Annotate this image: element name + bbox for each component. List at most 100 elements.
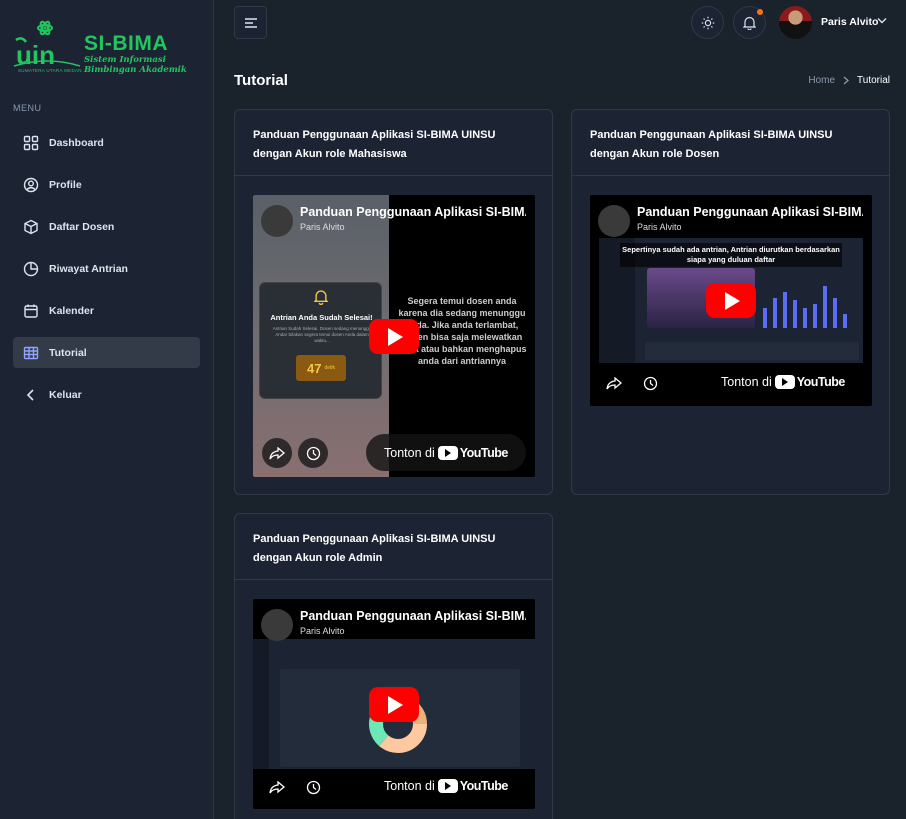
brand-logo[interactable]: uin SI-BIMA Sistem Informasi Bimbingan A…	[12, 18, 202, 80]
thumbnail-popup-title: Antrian Anda Sudah Selesai!	[270, 313, 373, 322]
youtube-wordmark: YouTube	[796, 375, 846, 389]
share-button[interactable]	[262, 438, 292, 468]
avatar[interactable]	[779, 6, 812, 39]
notification-dot	[757, 9, 763, 15]
brand-subtitle-2: Bimbingan Akademik	[84, 65, 187, 75]
watch-on-youtube-link[interactable]: Tonton di YouTube	[384, 446, 508, 460]
youtube-icon	[437, 779, 458, 793]
chevron-down-icon[interactable]	[877, 17, 887, 24]
share-icon	[269, 780, 285, 793]
watch-later-button[interactable]	[298, 772, 328, 802]
clock-icon	[306, 780, 320, 794]
user-circle-icon	[23, 177, 39, 193]
sidebar-item-kalender[interactable]: Kalender	[13, 295, 200, 326]
youtube-wordmark: YouTube	[459, 779, 509, 793]
video-embed-mahasiswa[interactable]: Antrian Anda Sudah Selesai! Antrian Suda…	[253, 195, 535, 477]
youtube-logo: YouTube	[437, 779, 509, 793]
notifications-button[interactable]	[733, 6, 766, 39]
watch-on-youtube-link[interactable]: Tonton di YouTube	[384, 779, 508, 793]
sidebar-item-profile[interactable]: Profile	[13, 169, 200, 200]
sidebar-item-dashboard[interactable]: Dashboard	[13, 127, 200, 158]
top-header: Paris Alvito	[215, 0, 906, 45]
breadcrumb: Home Tutorial	[808, 75, 890, 86]
sidebar-item-tutorial[interactable]: Tutorial	[13, 337, 200, 368]
video-channel: Paris Alvito	[637, 222, 682, 232]
tutorial-card-admin: Panduan Penggunaan Aplikasi SI-BIMA UINS…	[234, 513, 553, 819]
tutorial-card-dosen: Panduan Penggunaan Aplikasi SI-BIMA UINS…	[571, 109, 890, 495]
brand-title: SI-BIMA	[84, 32, 168, 55]
thumbnail-bar-chart	[763, 286, 847, 328]
thumbnail-row	[645, 342, 859, 360]
watch-label: Tonton di	[384, 779, 435, 793]
share-button[interactable]	[262, 772, 292, 802]
pie-chart-icon	[23, 261, 39, 277]
youtube-logo: YouTube	[774, 375, 846, 389]
channel-avatar	[261, 205, 293, 237]
breadcrumb-home-link[interactable]: Home	[808, 75, 835, 86]
sidebar-item-riwayat-antrian[interactable]: Riwayat Antrian	[13, 253, 200, 284]
chevron-right-icon	[843, 76, 850, 85]
watch-label: Tonton di	[721, 375, 772, 389]
watch-on-youtube-link[interactable]: Tonton di YouTube	[721, 375, 845, 389]
sidebar-item-label: Dashboard	[49, 136, 104, 149]
thumbnail-caption: Sepertinya sudah ada antrian, Antrian di…	[620, 243, 842, 267]
calendar-icon	[23, 303, 39, 319]
brand-caption: SUMATERA UTARA MEDAN	[18, 68, 82, 73]
watch-later-button[interactable]	[635, 368, 665, 398]
card-title: Panduan Penggunaan Aplikasi SI-BIMA UINS…	[572, 110, 889, 176]
thumbnail-popup-body: Antrian Sudah Selesai. Dosen sedang menu…	[272, 326, 372, 343]
clock-icon	[306, 446, 320, 460]
channel-avatar	[598, 205, 630, 237]
channel-avatar	[261, 609, 293, 641]
video-channel: Paris Alvito	[300, 626, 345, 636]
video-embed-dosen[interactable]: Sepertinya sudah ada antrian, Antrian di…	[590, 195, 872, 406]
play-button[interactable]	[369, 319, 419, 354]
theme-toggle-button[interactable]	[691, 6, 724, 39]
hamburger-icon	[244, 17, 257, 28]
sidebar-item-label: Tutorial	[49, 346, 87, 359]
page-title: Tutorial	[234, 72, 288, 89]
video-title: Panduan Penggunaan Aplikasi SI-BIMA	[637, 205, 863, 219]
table-icon	[23, 345, 39, 361]
tutorial-card-mahasiswa: Panduan Penggunaan Aplikasi SI-BIMA UINS…	[234, 109, 553, 495]
video-title: Panduan Penggunaan Aplikasi SI-BIMA	[300, 609, 526, 623]
sidebar-item-label: Keluar	[49, 388, 82, 401]
youtube-wordmark: YouTube	[459, 446, 509, 460]
card-title: Panduan Penggunaan Aplikasi SI-BIMA UINS…	[235, 514, 552, 580]
card-title: Panduan Penggunaan Aplikasi SI-BIMA UINS…	[235, 110, 552, 176]
bell-icon	[314, 290, 328, 305]
share-button[interactable]	[599, 368, 629, 398]
clock-icon	[643, 376, 657, 390]
svg-text:uin: uin	[16, 40, 55, 70]
watch-label: Tonton di	[384, 446, 435, 460]
share-icon	[269, 446, 285, 459]
box-icon	[23, 219, 39, 235]
sidebar-item-label: Riwayat Antrian	[49, 262, 128, 275]
sidebar-item-label: Daftar Dosen	[49, 220, 115, 233]
sidebar-item-daftar-dosen[interactable]: Daftar Dosen	[13, 211, 200, 242]
chevron-left-icon	[23, 387, 39, 403]
thumbnail-sidebar	[253, 639, 269, 769]
youtube-logo: YouTube	[437, 446, 509, 460]
sidebar-nav: Dashboard Profile Daftar Dosen Riwayat A…	[13, 127, 200, 421]
sidebar: uin SI-BIMA Sistem Informasi Bimbingan A…	[0, 0, 214, 819]
video-embed-admin[interactable]: Panduan Penggunaan Aplikasi SI-BIMA Pari…	[253, 599, 535, 809]
youtube-icon	[774, 375, 795, 389]
sun-icon	[701, 16, 714, 29]
breadcrumb-current: Tutorial	[857, 75, 890, 86]
watch-later-button[interactable]	[298, 438, 328, 468]
counter-unit: detik	[324, 365, 336, 371]
play-button[interactable]	[706, 283, 756, 318]
user-name[interactable]: Paris Alvito	[821, 16, 878, 28]
youtube-icon	[437, 446, 458, 460]
video-title: Panduan Penggunaan Aplikasi SI-BIMA	[300, 205, 526, 219]
play-button[interactable]	[369, 687, 419, 722]
thumbnail-popup: Antrian Anda Sudah Selesai! Antrian Suda…	[259, 282, 382, 399]
sidebar-item-label: Kalender	[49, 304, 94, 317]
menu-toggle-button[interactable]	[234, 6, 267, 39]
share-icon	[606, 376, 622, 389]
sidebar-item-keluar[interactable]: Keluar	[13, 379, 200, 410]
counter-value: 47	[306, 360, 322, 376]
bell-icon	[743, 16, 756, 30]
video-channel: Paris Alvito	[300, 222, 345, 232]
